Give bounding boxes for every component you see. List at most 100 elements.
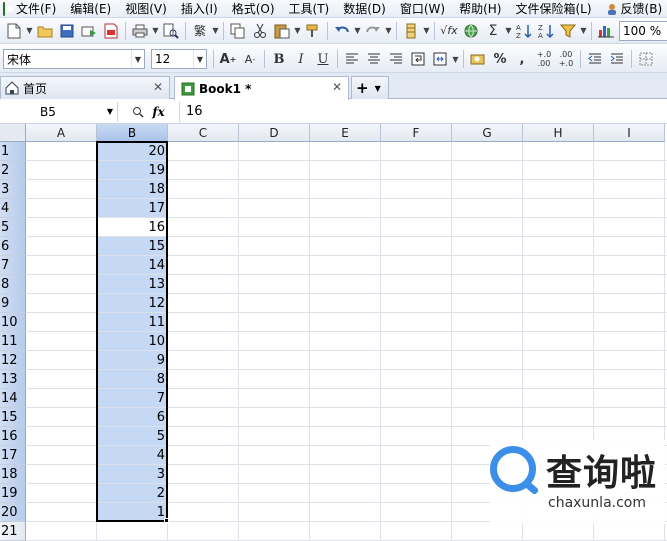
decrease-font-icon[interactable]: A- bbox=[239, 48, 261, 70]
filter-dropdown-arrow[interactable]: ▼ bbox=[579, 20, 588, 42]
wrap-text-icon[interactable] bbox=[407, 48, 429, 70]
italic-icon[interactable]: I bbox=[290, 48, 312, 70]
comma-style-icon[interactable]: , bbox=[511, 48, 533, 70]
column-header[interactable]: F bbox=[381, 124, 452, 142]
underline-icon[interactable]: U bbox=[312, 48, 334, 70]
print-dropdown-arrow[interactable]: ▼ bbox=[151, 20, 160, 42]
zoom-combo[interactable]: 100 % bbox=[619, 20, 667, 41]
copy-icon[interactable] bbox=[227, 20, 249, 42]
align-left-icon[interactable] bbox=[341, 48, 363, 70]
menu-data[interactable]: 数据(D) bbox=[336, 0, 393, 18]
row-header[interactable]: 21 bbox=[0, 522, 26, 541]
align-center-icon[interactable] bbox=[363, 48, 385, 70]
open-folder-icon[interactable] bbox=[34, 20, 56, 42]
print-icon[interactable] bbox=[129, 20, 151, 42]
row-header[interactable]: 17 bbox=[0, 446, 26, 465]
select-all-corner[interactable] bbox=[0, 124, 26, 142]
row-header[interactable]: 10 bbox=[0, 313, 26, 332]
increase-font-icon[interactable]: A + bbox=[217, 48, 239, 70]
name-box[interactable]: B5 ▼ bbox=[0, 101, 118, 122]
row-header[interactable]: 3 bbox=[0, 180, 26, 199]
row-header[interactable]: 2 bbox=[0, 161, 26, 180]
row-header[interactable]: 13 bbox=[0, 370, 26, 389]
chevron-down-icon[interactable]: ▼ bbox=[131, 50, 144, 68]
row-header[interactable]: 7 bbox=[0, 256, 26, 275]
row-header[interactable]: 15 bbox=[0, 408, 26, 427]
merge-dropdown-arrow[interactable]: ▼ bbox=[451, 48, 460, 70]
menu-file[interactable]: 文件(F) bbox=[9, 0, 63, 18]
row-header[interactable]: 5 bbox=[0, 218, 26, 237]
row-header[interactable]: 9 bbox=[0, 294, 26, 313]
align-right-icon[interactable] bbox=[385, 48, 407, 70]
font-size-combo[interactable]: 12 ▼ bbox=[151, 49, 207, 69]
column-header[interactable]: A bbox=[26, 124, 97, 142]
row-header[interactable]: 18 bbox=[0, 465, 26, 484]
undo-dropdown-arrow[interactable]: ▼ bbox=[353, 20, 362, 42]
menu-format[interactable]: 格式(O) bbox=[225, 0, 282, 18]
autosum-icon[interactable]: Σ bbox=[482, 20, 504, 42]
tab-book1[interactable]: Book1 * ✕ bbox=[174, 76, 349, 100]
menu-help[interactable]: 帮助(H) bbox=[452, 0, 508, 18]
chevron-down-icon[interactable]: ▼ bbox=[375, 84, 381, 93]
formula-icon[interactable]: √fx bbox=[438, 20, 460, 42]
hyperlink-globe-icon[interactable] bbox=[460, 20, 482, 42]
decrease-indent-icon[interactable] bbox=[584, 48, 606, 70]
row-header[interactable]: 11 bbox=[0, 332, 26, 351]
fx-icon[interactable]: fx bbox=[152, 105, 164, 119]
menu-feedback[interactable]: 反馈(B) bbox=[599, 0, 667, 18]
paste-icon[interactable] bbox=[271, 20, 293, 42]
redo-icon[interactable] bbox=[362, 20, 384, 42]
sort-descending-icon[interactable]: ZA bbox=[535, 20, 557, 42]
row-header[interactable]: 16 bbox=[0, 427, 26, 446]
column-header[interactable]: C bbox=[168, 124, 239, 142]
row-header[interactable]: 6 bbox=[0, 237, 26, 256]
new-dropdown-arrow[interactable]: ▼ bbox=[25, 20, 34, 42]
traditional-dropdown-arrow[interactable]: ▼ bbox=[211, 20, 220, 42]
row-col-icon[interactable] bbox=[400, 20, 422, 42]
borders-icon[interactable] bbox=[635, 48, 657, 70]
chevron-down-icon[interactable]: ▼ bbox=[193, 50, 206, 68]
autosum-dropdown-arrow[interactable]: ▼ bbox=[504, 20, 513, 42]
increase-indent-icon[interactable] bbox=[606, 48, 628, 70]
close-icon[interactable]: ✕ bbox=[153, 80, 163, 94]
row-header[interactable]: 14 bbox=[0, 389, 26, 408]
column-header[interactable]: E bbox=[310, 124, 381, 142]
row-header[interactable]: 19 bbox=[0, 484, 26, 503]
chart-icon[interactable] bbox=[595, 20, 617, 42]
menu-tools[interactable]: 工具(T) bbox=[282, 0, 337, 18]
cut-icon[interactable] bbox=[249, 20, 271, 42]
new-document-icon[interactable] bbox=[3, 20, 25, 42]
traditional-chinese-icon[interactable]: 繁 bbox=[189, 20, 211, 42]
row-header[interactable]: 8 bbox=[0, 275, 26, 294]
row-header[interactable]: 12 bbox=[0, 351, 26, 370]
column-header[interactable]: H bbox=[523, 124, 594, 142]
row-header[interactable]: 1 bbox=[0, 142, 26, 161]
font-name-combo[interactable]: 宋体 ▼ bbox=[3, 49, 145, 69]
menu-edit[interactable]: 编辑(E) bbox=[63, 0, 118, 18]
undo-icon[interactable] bbox=[331, 20, 353, 42]
fill-handle[interactable] bbox=[164, 518, 169, 523]
decrease-decimal-icon[interactable]: .00 +.0 bbox=[555, 48, 577, 70]
row-header[interactable]: 4 bbox=[0, 199, 26, 218]
percent-icon[interactable]: % bbox=[489, 48, 511, 70]
paste-dropdown-arrow[interactable]: ▼ bbox=[293, 20, 302, 42]
menu-window[interactable]: 窗口(W) bbox=[393, 0, 452, 18]
column-header[interactable]: G bbox=[452, 124, 523, 142]
column-header[interactable]: I bbox=[594, 124, 665, 142]
merge-cells-icon[interactable] bbox=[429, 48, 451, 70]
bold-icon[interactable]: B bbox=[268, 48, 290, 70]
increase-decimal-icon[interactable]: +.0.00 bbox=[533, 48, 555, 70]
row-col-dropdown-arrow[interactable]: ▼ bbox=[422, 20, 431, 42]
menu-view[interactable]: 视图(V) bbox=[118, 0, 174, 18]
format-painter-icon[interactable] bbox=[302, 20, 324, 42]
row-header[interactable]: 20 bbox=[0, 503, 26, 522]
redo-dropdown-arrow[interactable]: ▼ bbox=[384, 20, 393, 42]
send-mail-icon[interactable] bbox=[78, 20, 100, 42]
column-header[interactable]: D bbox=[239, 124, 310, 142]
menu-insert[interactable]: 插入(I) bbox=[174, 0, 225, 18]
new-tab-button[interactable]: + ▼ bbox=[351, 76, 389, 99]
close-icon[interactable]: ✕ bbox=[332, 80, 342, 94]
export-pdf-icon[interactable] bbox=[100, 20, 122, 42]
formula-input[interactable]: 16 bbox=[180, 104, 203, 119]
autofilter-icon[interactable] bbox=[557, 20, 579, 42]
